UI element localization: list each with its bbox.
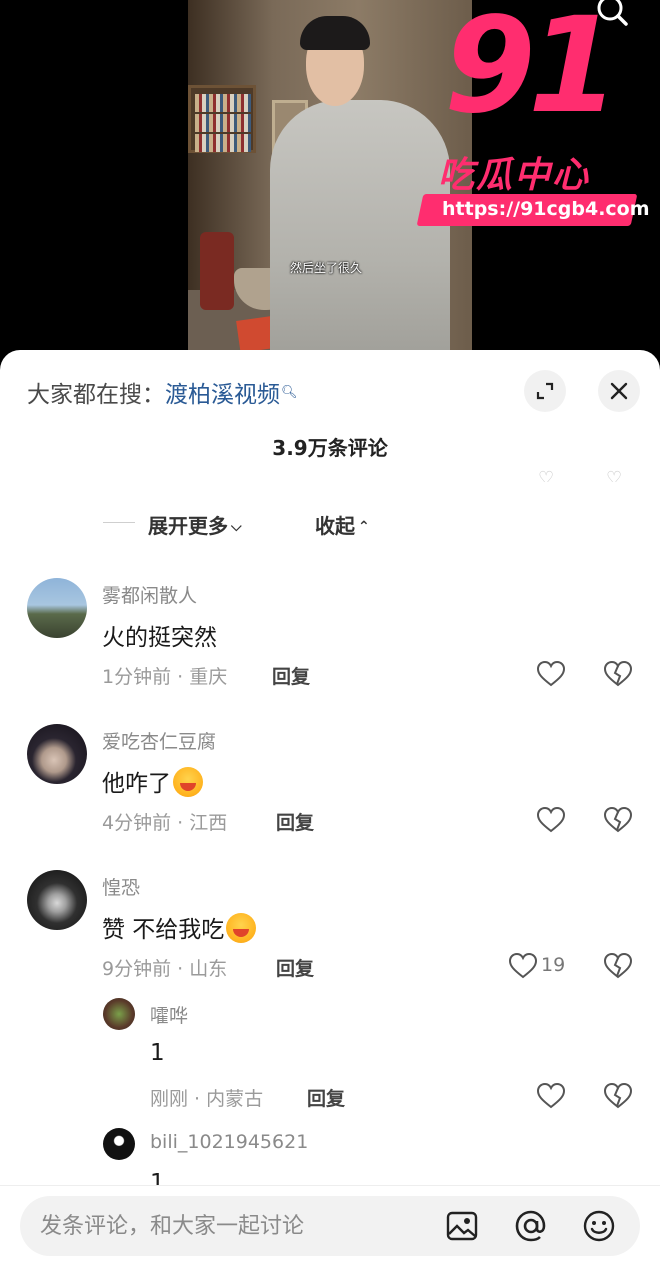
crying-emoji-icon [226,913,257,943]
emoji-icon[interactable] [582,1209,616,1243]
comment-meta: 1分钟前 · 重庆 [102,666,228,688]
reply-button[interactable]: 回复 [276,954,314,981]
mention-icon[interactable] [514,1209,548,1243]
comment-text: 火的挺突然 [102,625,217,651]
like-icon[interactable] [536,1082,566,1110]
search-small-icon: 🔍︎ [281,385,298,400]
comment-input-bar [0,1185,660,1280]
like-icon: ♡ [538,468,555,482]
reply-button[interactable]: 回复 [307,1084,345,1111]
search-suggestion[interactable]: 大家都在搜：渡柏溪视频🔍︎ [27,375,298,409]
dislike-icon[interactable] [603,660,633,688]
like-icon[interactable] [536,660,566,688]
dislike-icon: ♡ [606,468,623,482]
collapse-button[interactable]: 收起 ⌃ [315,510,370,539]
expand-icon [536,382,554,400]
search-suggestion-keyword[interactable]: 渡柏溪视频 [165,382,280,408]
video-subtitle: 然后坐了很久 [290,261,363,275]
dislike-icon[interactable] [603,952,633,980]
avatar[interactable] [103,1128,135,1160]
expand-more-button[interactable]: 展开更多 ⌵ [148,510,242,539]
avatar[interactable] [27,578,87,638]
comment-username[interactable]: 爱吃杏仁豆腐 [102,727,216,754]
video-player[interactable]: 然后坐了很久 91 吃瓜中心 https://91cgb4.com [0,0,660,365]
watermark-name: 吃瓜中心 [438,155,591,196]
dislike-icon[interactable] [603,1082,633,1110]
avatar[interactable] [103,998,135,1030]
expand-more-label: 展开更多 [148,514,228,538]
avatar[interactable] [27,870,87,930]
like-count: 19 [541,954,566,976]
fold-divider [103,522,135,523]
close-icon [610,382,628,400]
like-icon[interactable] [536,806,566,834]
collapse-label: 收起 [315,514,355,538]
comment-meta: 9分钟前 · 山东 [102,958,228,980]
reply-text: 1 [150,1040,165,1066]
reply-username[interactable]: bili_1021945621 [150,1131,308,1153]
comment-meta: 4分钟前 · 江西 [102,812,228,834]
image-icon[interactable] [445,1209,479,1243]
reply-button[interactable]: 回复 [276,808,314,835]
chevron-up-icon: ⌃ [358,519,370,535]
comment-username[interactable]: 雾都闲散人 [102,581,197,608]
close-button[interactable] [598,370,640,412]
comment-input-container[interactable] [20,1196,640,1256]
watermark-logo: 91 吃瓜中心 https://91cgb4.com [416,0,650,226]
reply-username[interactable]: 嚯哗 [150,1001,188,1028]
comment-text: 他咋了 [102,764,203,798]
comment-sheet: 大家都在搜：渡柏溪视频🔍︎ 3.9万条评论 ♡ ♡ 展开更多 ⌵ 收起 ⌃ 雾都闲散… [0,350,660,1280]
comment-count: 3.9万条评论 [272,436,388,460]
expand-button[interactable] [524,370,566,412]
comment-input[interactable] [40,1196,440,1256]
comment-username[interactable]: 惶恐 [102,873,140,900]
avatar[interactable] [27,724,87,784]
comment-text: 赞 不给我吃 [102,910,257,944]
like-icon[interactable] [508,952,538,980]
watermark-number: 91 [444,0,620,143]
search-icon[interactable] [592,0,632,34]
search-suggestion-prefix: 大家都在搜： [27,382,165,408]
reply-button[interactable]: 回复 [272,662,310,689]
chevron-down-icon: ⌵ [231,519,242,535]
reply-meta: 刚刚 · 内蒙古 [150,1088,264,1110]
dislike-icon[interactable] [603,806,633,834]
watermark-url: https://91cgb4.com [442,198,650,220]
emoji-icon [173,767,203,797]
